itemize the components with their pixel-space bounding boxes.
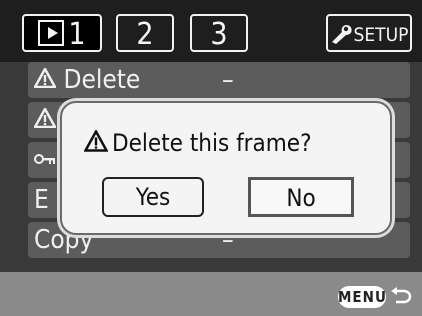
tab-label: SETUP <box>353 24 409 46</box>
tab-label: 3 <box>210 17 228 52</box>
tab-bar: 1 2 3 SETUP <box>0 0 422 62</box>
delete-confirm-dialog: Delete this frame? Yes No <box>60 101 392 235</box>
tab-label: 1 <box>68 17 86 52</box>
key-icon <box>34 153 55 164</box>
warning-icon <box>32 106 58 129</box>
tab-setup[interactable]: SETUP <box>326 14 412 52</box>
warning-icon <box>32 66 58 89</box>
menu-row-value: – <box>222 65 234 95</box>
tab-3[interactable]: 3 <box>190 14 248 52</box>
no-button[interactable]: No <box>248 177 354 217</box>
return-icon[interactable] <box>390 287 412 305</box>
tab-playback-1[interactable]: 1 <box>22 14 102 52</box>
tab-label: 2 <box>136 17 154 52</box>
menu-row-label: E <box>34 185 49 215</box>
yes-button[interactable]: Yes <box>102 177 204 217</box>
menu-button[interactable]: MENU <box>338 286 386 308</box>
bottom-bar: MENU <box>0 272 422 316</box>
playback-icon <box>38 19 65 46</box>
camera-menu-screen: 1 2 3 SETUP Delete – E Copy – MENU Delet… <box>0 0 422 316</box>
dialog-title-text: Delete this frame? <box>112 129 312 157</box>
warning-icon <box>83 128 109 152</box>
dialog-title: Delete this frame? <box>83 128 312 157</box>
tab-2[interactable]: 2 <box>116 14 174 52</box>
wrench-icon <box>331 25 352 44</box>
menu-row-delete[interactable]: Delete – <box>28 62 410 98</box>
menu-row-label: Delete <box>63 65 141 95</box>
